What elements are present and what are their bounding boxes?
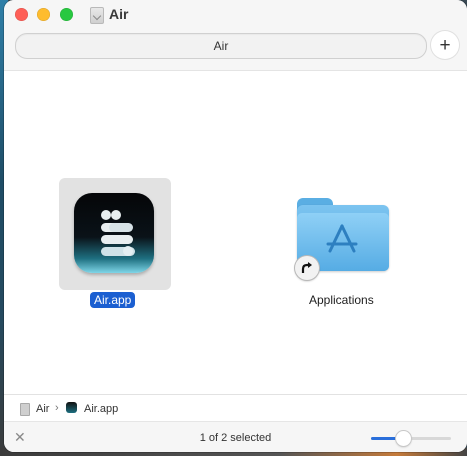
air-app-icon (66, 402, 77, 413)
close-window-button[interactable] (15, 8, 28, 21)
status-bar: ✕ 1 of 2 selected (4, 421, 467, 452)
window-title: Air (109, 6, 129, 22)
tab-label: Air (213, 39, 229, 53)
icon-size-slider-knob[interactable] (396, 431, 411, 446)
zoom-window-button[interactable] (60, 8, 73, 21)
tab-air[interactable]: Air (15, 33, 427, 59)
path-segment-air[interactable]: Air (36, 403, 49, 415)
file-icon-view[interactable]: Air.app Applications (4, 71, 467, 393)
add-tab-button[interactable]: + (431, 31, 459, 59)
plus-icon: + (439, 34, 451, 56)
disk-image-icon (90, 7, 104, 24)
path-segment-air-app[interactable]: Air.app (84, 403, 118, 415)
file-item-label[interactable]: Applications (309, 293, 374, 307)
alias-arrow-icon (295, 256, 319, 280)
file-item-air-app[interactable] (59, 178, 171, 290)
icon-size-slider[interactable] (371, 437, 451, 440)
applications-folder-icon (326, 224, 358, 253)
disk-image-icon (20, 403, 30, 416)
path-bar: Air › Air.app (4, 394, 467, 421)
minimize-window-button[interactable] (37, 8, 50, 21)
chevron-right-icon: › (55, 402, 59, 414)
titlebar: Air Air + (4, 0, 467, 71)
finder-window: Air Air + Air.app Applications Air › Air… (4, 0, 467, 452)
air-app-icon (74, 193, 154, 273)
file-item-label[interactable]: Air.app (90, 292, 136, 308)
